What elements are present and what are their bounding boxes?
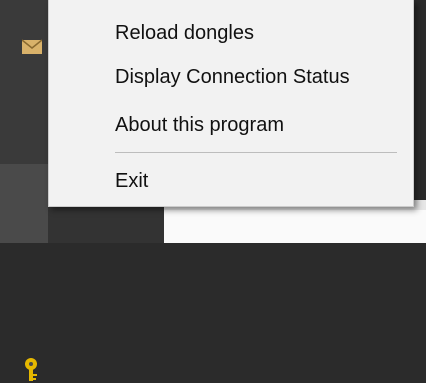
menu-item-label: About this program — [115, 114, 284, 136]
menu-item-reload-dongles[interactable]: Reload dongles — [49, 11, 413, 55]
tray-slot-key[interactable] — [0, 164, 48, 381]
key-icon — [25, 358, 37, 381]
menu-item-display-connection-status[interactable]: Display Connection Status — [49, 55, 413, 99]
menu-separator — [115, 152, 397, 153]
menu-item-label: Display Connection Status — [115, 66, 350, 88]
menu-item-about[interactable]: About this program — [49, 103, 413, 147]
tray-slot-mail[interactable] — [0, 0, 48, 82]
background-window-edge — [164, 210, 426, 243]
menu-item-label: Exit — [115, 170, 149, 192]
taskbar-strip — [0, 0, 48, 381]
tray-slot-headset[interactable] — [0, 82, 48, 218]
tray-context-menu: Reload dongles Display Connection Status… — [48, 0, 414, 207]
mail-icon — [22, 39, 42, 54]
menu-item-label: Reload dongles — [115, 22, 254, 44]
menu-item-exit[interactable]: Exit — [49, 159, 413, 203]
